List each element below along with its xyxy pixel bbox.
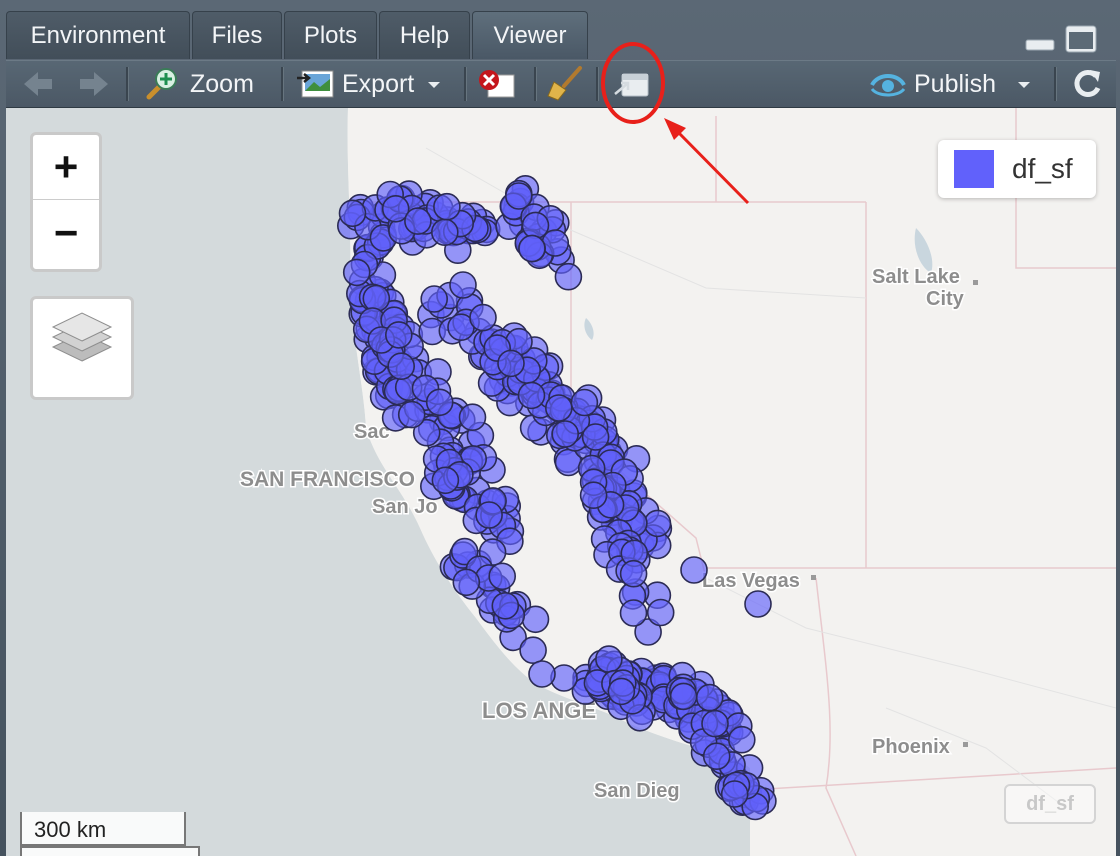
zoom-out-button[interactable]: − — [33, 201, 99, 265]
zoom-label: Zoom — [190, 69, 254, 98]
export-button[interactable]: Export — [296, 61, 446, 107]
city-label: SAN FRANCISCO — [240, 468, 415, 491]
map-point-marker[interactable] — [491, 591, 520, 620]
map-point-marker[interactable] — [579, 481, 608, 510]
map-point-marker[interactable] — [469, 303, 497, 332]
scale-bar: 300 km — [20, 812, 186, 846]
rstudio-viewer-pane: Environment Files Plots Help Viewer Zoom — [0, 0, 1120, 856]
map-point-marker[interactable] — [449, 271, 477, 299]
tab-help[interactable]: Help — [379, 11, 470, 59]
map-point-marker[interactable] — [646, 598, 675, 627]
forward-arrow-icon — [80, 72, 108, 96]
show-in-new-window-button[interactable] — [612, 61, 652, 107]
map-point-marker[interactable] — [680, 556, 708, 584]
map-point-marker[interactable] — [607, 677, 636, 706]
map-point-marker[interactable] — [433, 192, 461, 221]
city-label: Las Vegas — [702, 570, 800, 592]
tab-viewer[interactable]: Viewer — [472, 11, 588, 59]
legend-swatch — [954, 150, 994, 188]
map-point-marker[interactable] — [720, 780, 749, 808]
map-point-marker[interactable] — [544, 394, 573, 422]
magnifier-zoom-icon — [146, 68, 177, 100]
map-point-marker[interactable] — [643, 509, 672, 538]
map-point-marker[interactable] — [342, 258, 371, 287]
city-label: San Dieg — [594, 780, 680, 802]
map-point-marker[interactable] — [519, 636, 547, 665]
map-point-marker[interactable] — [431, 466, 460, 495]
export-label: Export — [342, 69, 415, 98]
map-point-marker[interactable] — [458, 403, 487, 432]
back-button[interactable] — [20, 61, 56, 107]
publish-button[interactable]: Publish — [868, 61, 1036, 107]
scale-bar-secondary — [20, 846, 200, 856]
map-point-marker[interactable] — [541, 229, 570, 257]
map-point-marker[interactable] — [497, 349, 525, 378]
map-point-marker[interactable] — [581, 423, 610, 451]
broom-icon — [547, 66, 582, 101]
map-point-marker[interactable] — [554, 262, 583, 291]
city-label: San Jo — [372, 496, 438, 518]
map-point-marker[interactable] — [669, 682, 698, 711]
map-point-marker[interactable] — [338, 199, 367, 228]
chevron-down-icon — [428, 82, 441, 88]
export-image-icon — [297, 70, 334, 98]
zoom-control: + − — [30, 132, 102, 272]
map-point-marker[interactable] — [701, 709, 729, 738]
map-point-marker[interactable] — [521, 605, 550, 634]
map-point-marker[interactable] — [517, 381, 546, 410]
map-point-marker[interactable] — [570, 388, 599, 417]
pane-tab-bar: Environment Files Plots Help Viewer — [0, 0, 1120, 60]
tab-plots[interactable]: Plots — [284, 11, 377, 59]
zoom-button[interactable]: Zoom — [144, 61, 254, 107]
layers-control-button[interactable] — [30, 296, 134, 400]
refresh-icon — [1074, 70, 1101, 97]
map-point-marker[interactable] — [619, 559, 648, 588]
map-point-marker[interactable] — [475, 501, 503, 529]
maximize-pane-icon[interactable] — [1064, 24, 1100, 56]
back-arrow-icon — [24, 72, 52, 96]
map-point-marker[interactable] — [397, 400, 426, 429]
minimize-pane-icon[interactable] — [1024, 28, 1058, 54]
map-point-marker[interactable] — [528, 660, 556, 688]
map-point-marker[interactable] — [420, 285, 449, 313]
map-point-marker[interactable] — [430, 218, 459, 246]
map-point-marker[interactable] — [404, 207, 432, 235]
map-point-marker[interactable] — [702, 742, 731, 771]
tab-files[interactable]: Files — [192, 11, 282, 59]
map-legend: df_sf — [938, 140, 1096, 198]
show-in-new-window-icon — [614, 73, 649, 97]
map-point-marker[interactable] — [387, 352, 416, 381]
publish-label: Publish — [914, 69, 996, 98]
layer-id-label: df_sf — [1004, 784, 1096, 824]
forward-button[interactable] — [76, 61, 112, 107]
remove-current-viewer-icon — [479, 70, 515, 98]
city-label: Phoenix — [872, 736, 950, 758]
legend-label: df_sf — [1012, 153, 1073, 184]
map-point-marker[interactable] — [595, 645, 623, 673]
map-point-marker[interactable] — [619, 599, 648, 627]
map-point-marker[interactable] — [695, 683, 724, 712]
map-point-marker[interactable] — [488, 562, 517, 591]
leaflet-map[interactable]: Salt Lake City Sac SAN FRANCISCO San Jo … — [6, 108, 1116, 856]
map-point-marker[interactable] — [425, 388, 454, 417]
remove-viewer-button[interactable] — [476, 61, 516, 107]
publish-icon — [870, 74, 906, 97]
map-point-marker[interactable] — [518, 234, 546, 263]
map-point-marker[interactable] — [452, 568, 481, 597]
map-point-marker[interactable] — [744, 590, 772, 618]
map-point-marker[interactable] — [551, 420, 580, 448]
zoom-in-button[interactable]: + — [33, 135, 99, 200]
tab-environment[interactable]: Environment — [6, 11, 190, 59]
city-label: City — [926, 288, 965, 310]
viewer-content: Salt Lake City Sac SAN FRANCISCO San Jo … — [6, 108, 1116, 856]
map-point-marker[interactable] — [384, 321, 413, 349]
map-point-marker[interactable] — [362, 284, 391, 313]
layers-icon — [51, 312, 113, 362]
refresh-button[interactable] — [1068, 61, 1104, 107]
chevron-down-icon — [1018, 82, 1030, 88]
city-label: Salt Lake — [872, 266, 960, 288]
clear-all-viewer-button[interactable] — [546, 61, 584, 107]
viewer-toolbar: Zoom Export Publish — [6, 60, 1116, 108]
map-point-marker[interactable] — [727, 725, 756, 754]
